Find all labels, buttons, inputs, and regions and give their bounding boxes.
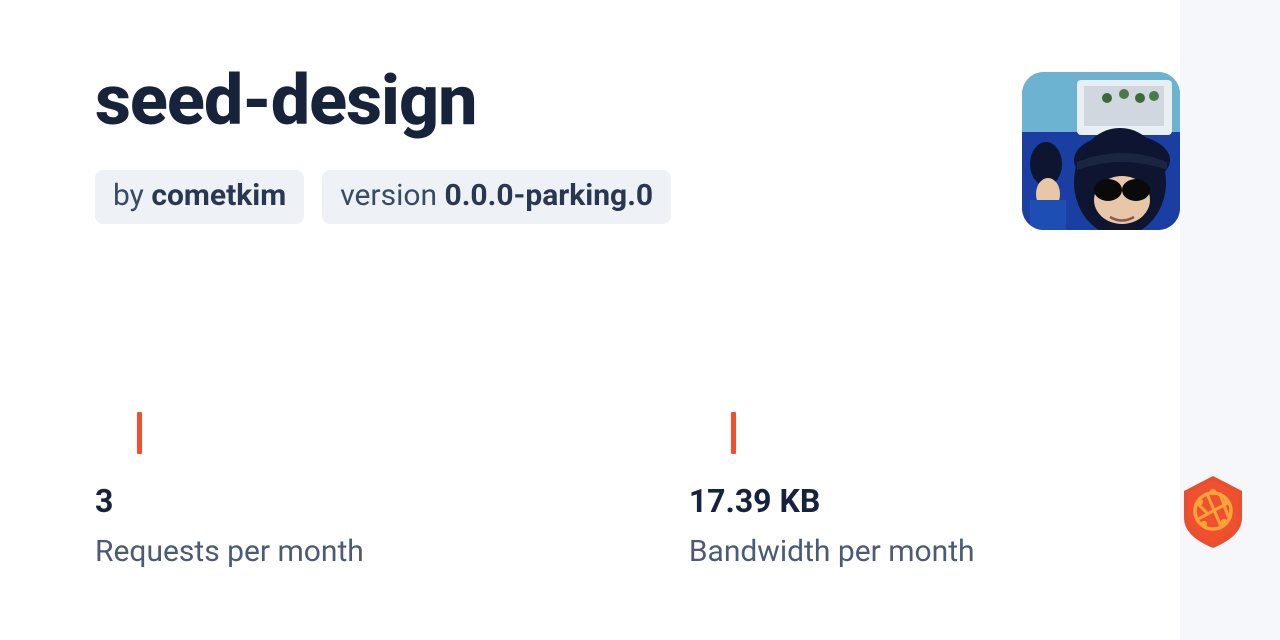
- stats-row: 3 Requests per month 17.39 KB Bandwidth …: [95, 412, 975, 569]
- logo-shield-icon: [1180, 474, 1246, 550]
- requests-value: 3: [95, 482, 364, 520]
- requests-label: Requests per month: [95, 534, 364, 569]
- version-value: 0.0.0-parking.0: [445, 178, 654, 213]
- sparkline-tick: [137, 412, 142, 454]
- avatar[interactable]: [1022, 72, 1180, 230]
- bandwidth-value: 17.39 KB: [689, 482, 975, 520]
- sparkline-tick: [731, 412, 736, 454]
- stat-requests: 3 Requests per month: [95, 412, 364, 569]
- author-prefix: by: [113, 178, 151, 213]
- bandwidth-label: Bandwidth per month: [689, 534, 975, 569]
- author-name: cometkim: [151, 178, 286, 213]
- author-tag[interactable]: by cometkim: [95, 170, 304, 224]
- avatar-image: [1022, 72, 1180, 230]
- stat-bandwidth: 17.39 KB Bandwidth per month: [689, 412, 975, 569]
- version-prefix: version: [340, 178, 444, 213]
- version-tag[interactable]: version 0.0.0-parking.0: [322, 170, 671, 224]
